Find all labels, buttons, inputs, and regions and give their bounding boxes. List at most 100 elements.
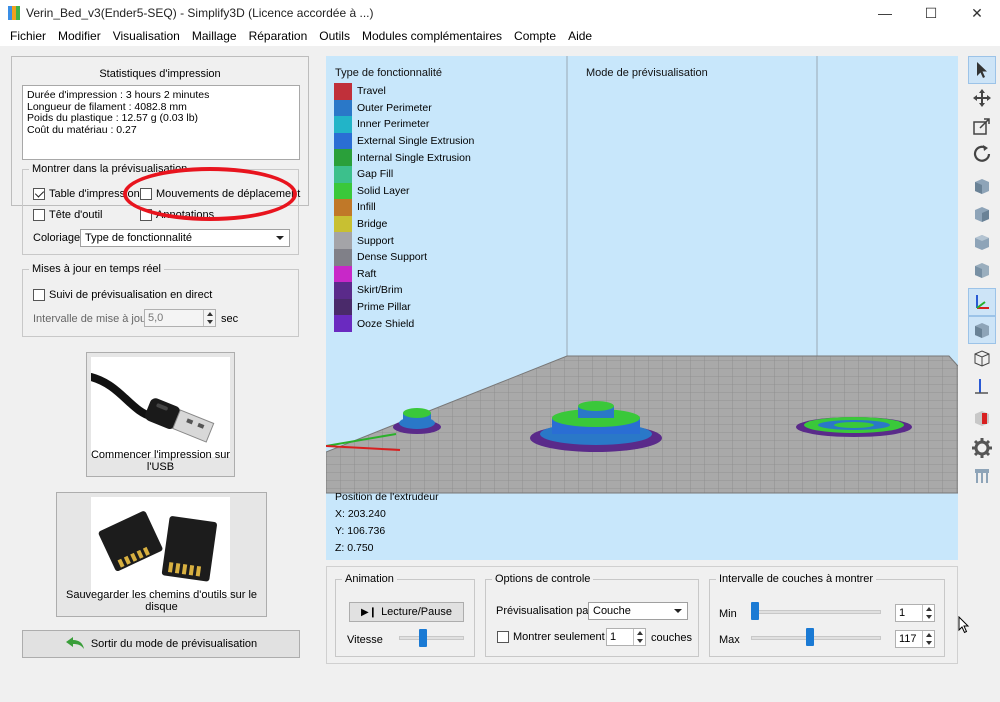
window-title: Verin_Bed_v3(Ender5-SEQ) - Simplify3D (L… — [26, 6, 374, 20]
max-layer-spinbox[interactable]: 117 — [895, 630, 935, 648]
legend-swatch — [334, 298, 352, 316]
min-layer-spinbox[interactable]: 1 — [895, 604, 935, 622]
solid-view-icon[interactable] — [968, 316, 996, 344]
legend-swatch — [334, 165, 352, 183]
view-left-icon[interactable] — [968, 228, 996, 256]
axis-z-icon[interactable] — [968, 372, 996, 400]
legend-item: Travel — [334, 83, 474, 100]
menu-visualisation[interactable]: Visualisation — [107, 29, 186, 43]
update-interval-unit: sec — [221, 313, 239, 325]
min-layer-slider-thumb[interactable] — [751, 602, 759, 620]
play-pause-icon: ▶❙ — [360, 606, 378, 618]
show-tool-head-option[interactable]: Tête d'outil — [33, 209, 102, 221]
menu-aide[interactable]: Aide — [562, 29, 598, 43]
coloring-dropdown[interactable]: Type de fonctionnalité — [80, 229, 290, 247]
max-layer-slider-thumb[interactable] — [806, 628, 815, 646]
legend-label: Internal Single Extrusion — [357, 151, 471, 164]
view-right-icon[interactable] — [968, 256, 996, 284]
speed-slider-thumb[interactable] — [418, 629, 427, 647]
axes-icon[interactable] — [968, 288, 996, 316]
minimize-button[interactable]: — — [862, 0, 908, 26]
menu-modules[interactable]: Modules complémentaires — [356, 29, 508, 43]
legend-label: Ooze Shield — [357, 317, 415, 330]
legend-label: External Single Extrusion — [357, 135, 475, 148]
only-show-checkbox[interactable] — [497, 631, 509, 643]
spin-arrows-icon[interactable] — [633, 629, 645, 645]
max-layer-label: Max — [719, 634, 740, 646]
menu-reparation[interactable]: Réparation — [243, 29, 314, 43]
menu-compte[interactable]: Compte — [508, 29, 562, 43]
legend-label: Travel — [357, 85, 386, 98]
select-arrow-icon[interactable] — [968, 56, 996, 84]
legend-label: Dense Support — [357, 251, 428, 264]
view-back-icon[interactable] — [968, 200, 996, 228]
preview-viewport[interactable]: Type de fonctionnalité Mode de prévisual… — [326, 56, 958, 560]
stat-material-cost: Coût du matériau : 0.27 — [27, 123, 137, 136]
menu-modifier[interactable]: Modifier — [52, 29, 107, 43]
scale-icon[interactable] — [968, 112, 996, 140]
exit-preview-label: Sortir du mode de prévisualisation — [90, 638, 258, 650]
exit-preview-button[interactable]: Sortir du mode de prévisualisation — [22, 630, 300, 658]
spin-arrows-icon[interactable] — [922, 605, 934, 621]
min-layer-label: Min — [719, 608, 737, 620]
legend-swatch — [334, 282, 352, 299]
play-pause-button[interactable]: ▶❙ Lecture/Pause — [349, 602, 464, 622]
legend-label: Solid Layer — [357, 184, 410, 197]
print-over-usb-button[interactable]: Commencer l'impression sur l'USB — [86, 352, 235, 477]
live-preview-option[interactable]: Suivi de prévisualisation en direct — [33, 289, 212, 301]
spin-arrows-icon[interactable] — [203, 310, 215, 326]
coloring-label: Coloriage — [33, 232, 81, 244]
wireframe-view-icon[interactable] — [968, 344, 996, 372]
cross-section-icon[interactable] — [968, 404, 996, 432]
legend-item: Raft — [334, 265, 474, 283]
extruder-x: X: 203.240 — [335, 508, 386, 520]
legend-label: Bridge — [357, 218, 388, 231]
print-statistics-title: Statistiques d'impression — [99, 68, 221, 80]
legend-item: Prime Pillar — [334, 298, 474, 316]
legend-swatch — [334, 232, 352, 249]
menu-fichier[interactable]: Fichier — [4, 29, 52, 43]
legend-swatch — [334, 199, 352, 216]
min-layer-value: 1 — [899, 607, 906, 619]
only-show-option[interactable]: Montrer seulement — [497, 631, 605, 643]
live-preview-label: Suivi de prévisualisation en direct — [49, 289, 213, 301]
rotate-icon[interactable] — [968, 140, 996, 168]
save-toolpaths-button[interactable]: Sauvegarder les chemins d'outils sur le … — [56, 492, 267, 617]
show-tool-head-checkbox[interactable] — [33, 209, 45, 221]
preview-left-panel: Statistiques d'impression Durée d'impres… — [0, 46, 316, 702]
legend-item: Dense Support — [334, 248, 474, 266]
close-button[interactable]: ✕ — [954, 0, 1000, 26]
print-over-usb-label: Commencer l'impression sur l'USB — [90, 449, 231, 473]
min-layer-slider-track[interactable] — [751, 610, 881, 614]
settings-gear-icon[interactable] — [968, 434, 996, 462]
show-build-table-checkbox[interactable] — [33, 188, 45, 200]
legend-label: Infill — [357, 201, 376, 214]
play-pause-label: Lecture/Pause — [381, 606, 452, 618]
move-icon[interactable] — [968, 84, 996, 112]
menu-maillage[interactable]: Maillage — [186, 29, 243, 43]
maximize-button[interactable]: ☐ — [908, 0, 954, 26]
menu-outils[interactable]: Outils — [313, 29, 356, 43]
live-preview-checkbox[interactable] — [33, 289, 45, 301]
speed-slider-track[interactable] — [399, 636, 464, 640]
only-show-spinbox[interactable]: 1 — [606, 628, 646, 646]
layers-unit: couches — [651, 632, 692, 644]
legend-label: Raft — [357, 267, 377, 280]
mouse-cursor-icon — [958, 615, 970, 637]
legend-swatch — [334, 116, 352, 133]
view-front-icon[interactable] — [968, 172, 996, 200]
chevron-down-icon — [674, 609, 682, 613]
legend-item: Support — [334, 232, 474, 249]
preview-by-dropdown[interactable]: Couche — [588, 602, 688, 620]
usb-cable-image — [91, 357, 230, 457]
support-icon[interactable] — [968, 462, 996, 490]
red-highlight-annotation — [123, 167, 297, 221]
max-layer-slider-track[interactable] — [751, 636, 881, 640]
legend-item: Skirt/Brim — [334, 282, 474, 299]
spin-arrows-icon[interactable] — [922, 631, 934, 647]
update-interval-spinbox[interactable]: 5,0 — [144, 309, 216, 327]
legend-label: Skirt/Brim — [357, 284, 403, 297]
sd-cards-image — [91, 497, 230, 597]
speed-label-row: Vitesse — [347, 634, 383, 646]
legend-item: Internal Single Extrusion — [334, 149, 474, 166]
